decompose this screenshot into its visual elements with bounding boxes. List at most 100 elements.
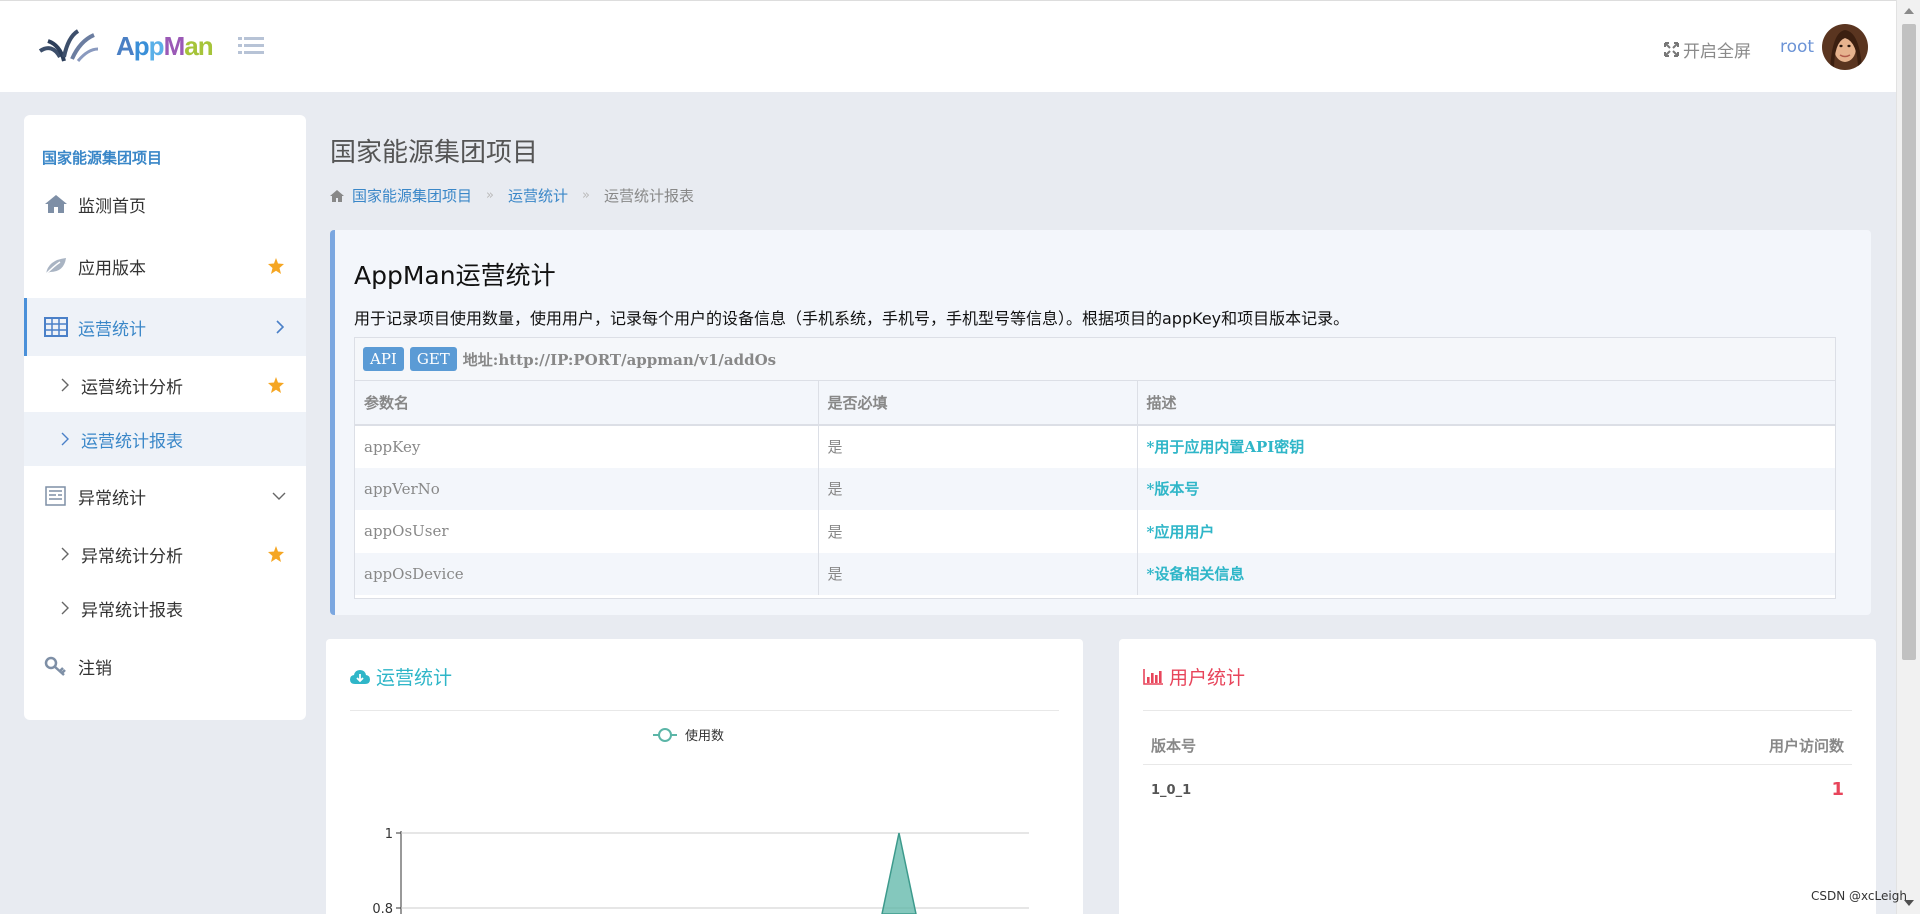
fullscreen-button[interactable]: 开启全屏 [1664,37,1751,62]
series-area-peak [881,832,917,914]
home-icon [45,195,67,213]
sidebar-subitem-exc-analysis[interactable]: 异常统计分析 [24,527,306,581]
api-params-box: API GET 地址:http://IP:PORT/appman/v1/addO… [354,337,1836,599]
fullscreen-label: 开启全屏 [1683,42,1751,62]
sidebar-item-label: 监测首页 [78,196,146,217]
table-row: appKey 是 *用于应用内置API密钥 [355,425,1835,468]
table-row: 1_0_1 1 [1143,779,1852,809]
users-card-header: 用户统计 [1143,663,1245,690]
cloud-download-icon [350,669,370,684]
username-link[interactable]: root [1780,37,1814,57]
api-card-description: 用于记录项目使用数量，使用用户，记录每个用户的设备信息（手机系统，手机号，手机型… [354,309,1350,328]
logo-icon [38,29,99,62]
watermark: CSDN @xcLeigh [1811,889,1907,903]
page-scrollbar[interactable] [1896,0,1920,914]
legend-label: 使用数 [685,728,724,744]
sidebar-item-app-version[interactable]: 应用版本 [24,237,306,295]
sidebar-subitem-ops-report[interactable]: 运营统计报表 [24,412,306,466]
report-icon [45,486,66,506]
menu-list-icon[interactable] [238,35,264,57]
ops-card-header: 运营统计 [350,663,452,690]
version-cell: 1_0_1 [1151,783,1192,798]
sidebar-project-title: 国家能源集团项目 [42,149,163,167]
users-table-header: 版本号 用户访问数 [1143,735,1852,765]
column-header: 用户访问数 [1768,737,1844,755]
legend-marker [658,728,672,742]
ops-line-chart: 使用数 1 0.8 [372,728,1029,914]
sidebar-item-label: 注销 [78,658,112,679]
param-required: 是 [818,467,1138,510]
column-header: 描述 [1137,381,1835,426]
avatar[interactable] [1822,24,1868,70]
param-description: *应用用户 [1146,522,1215,541]
param-description: *用于应用内置API密钥 [1146,438,1305,457]
params-table: 参数名 是否必填 描述 appKey 是 *用于应用内置API密钥 appVer… [355,381,1835,595]
param-description: *版本号 [1137,467,1835,510]
api-url: 地址:http://IP:PORT/appman/v1/addOs [462,350,777,369]
param-description: *设备相关信息 [1137,552,1835,595]
sidebar-item-logout[interactable]: 注销 [24,637,306,695]
sidebar-item-label: 异常统计报表 [81,600,183,621]
chevron-right-icon [61,547,69,561]
card-divider [1143,710,1852,711]
breadcrumb-separator: » [486,188,494,203]
users-card-title: 用户统计 [1169,667,1246,689]
sidebar-subitem-exc-report[interactable]: 异常统计报表 [24,581,306,635]
sidebar-subitem-ops-analysis[interactable]: 运营统计分析 [24,358,306,412]
scroll-up-arrow[interactable] [1904,8,1914,14]
sidebar-item-exceptions[interactable]: 异常统计 [24,467,306,525]
leaf-icon [45,258,66,275]
param-name: appVerNo [355,467,819,510]
ops-stats-card: 运营统计 使用数 1 0.8 [326,639,1083,914]
column-header: 是否必填 [818,381,1138,426]
breadcrumb-ops-link[interactable]: 运营统计 [508,185,568,206]
column-header: 版本号 [1151,737,1197,755]
method-badge: GET [409,347,457,371]
sidebar-item-label: 运营统计分析 [81,377,183,398]
y-tick-label: 0.8 [372,902,393,914]
user-stats-card: 用户统计 版本号 用户访问数 1_0_1 1 [1119,639,1876,914]
api-info-card: AppMan运营统计 用于记录项目使用数量，使用用户，记录每个用户的设备信息（手… [330,230,1871,615]
sidebar-item-home[interactable]: 监测首页 [24,175,306,233]
star-icon[interactable] [268,258,284,274]
sidebar-item-label: 运营统计报表 [81,431,183,452]
table-row: appOsUser 是 *应用用户 [355,510,1835,553]
api-card-title: AppMan运营统计 [354,261,556,290]
table-row: appOsDevice 是 *设备相关信息 [355,552,1835,595]
card-divider [350,710,1059,711]
api-badge: API [363,347,404,371]
star-icon[interactable] [268,546,284,562]
home-icon [330,189,344,202]
chevron-right-icon [61,432,69,446]
logo-text: AppMan [116,31,214,61]
breadcrumb-separator: » [582,188,590,203]
param-name: appOsUser [355,510,819,553]
top-header: AppMan 开启全屏 root [0,0,1896,92]
param-required: 是 [818,510,1138,553]
ops-card-title: 运营统计 [376,667,453,689]
column-header: 参数名 [355,381,819,426]
chevron-right-icon [61,378,69,392]
page-title: 国家能源集团项目 [330,138,539,168]
star-icon[interactable] [268,377,284,393]
table-icon [44,317,68,337]
sidebar-item-label: 应用版本 [78,258,146,279]
param-name: appKey [355,425,819,468]
table-row: appVerNo 是 *版本号 [355,467,1835,510]
param-required: 是 [818,552,1138,595]
breadcrumb: 国家能源集团项目 » 运营统计 » 运营统计报表 [330,185,694,206]
visit-count-cell: 1 [1831,779,1844,800]
param-name: appOsDevice [355,552,819,595]
sidebar: 国家能源集团项目 监测首页 应用版本 运营统计 运营统计分析 运营统计报表 异常… [24,115,306,720]
y-tick-label: 1 [385,827,393,842]
breadcrumb-project-link[interactable]: 国家能源集团项目 [352,185,472,206]
key-icon [44,656,66,676]
scrollbar-thumb[interactable] [1902,24,1916,660]
api-endpoint-bar: API GET 地址:http://IP:PORT/appman/v1/addO… [355,338,1835,381]
breadcrumb-current: 运营统计报表 [603,187,694,205]
chevron-right-icon [61,601,69,615]
chevron-right-icon [276,320,284,334]
sidebar-item-operations[interactable]: 运营统计 [24,298,306,356]
sidebar-item-label: 异常统计分析 [81,546,183,567]
sidebar-item-label: 异常统计 [78,488,146,509]
